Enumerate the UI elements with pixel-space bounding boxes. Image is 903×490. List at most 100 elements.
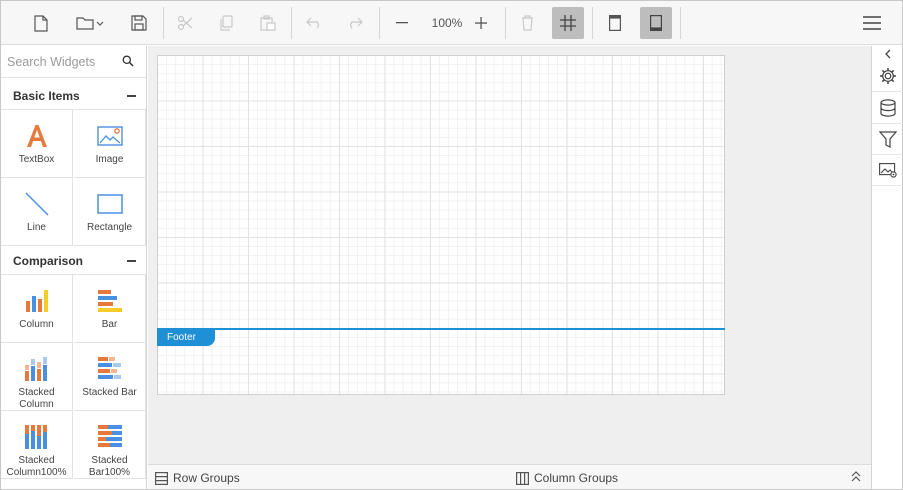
zoom-out-button[interactable] [386, 7, 418, 39]
toolbar-separator [680, 7, 681, 39]
widget-column-chart[interactable]: Column [1, 275, 73, 343]
line-icon [24, 192, 49, 216]
search-widgets-input[interactable] [7, 53, 119, 71]
column-groups-label: Column Groups [534, 471, 619, 485]
search-icon[interactable] [122, 55, 134, 67]
new-file-icon [34, 14, 48, 32]
widgets-panel: Basic Items TextBox Image Line Rectangle… [1, 46, 147, 489]
widget-label: Line [27, 222, 46, 233]
group-header-comparison[interactable]: Comparison [1, 247, 146, 275]
copy-icon [220, 15, 233, 31]
cut-button[interactable] [169, 7, 201, 39]
trash-icon [521, 15, 533, 31]
zoom-level[interactable]: 100% [427, 7, 467, 39]
footer-separator[interactable] [157, 328, 725, 330]
copy-button[interactable] [210, 7, 242, 39]
image-icon [96, 126, 123, 146]
widget-bar-chart[interactable]: Bar [74, 275, 146, 343]
plus-icon [475, 17, 487, 29]
gear-icon [879, 68, 896, 84]
group-title: Comparison [13, 254, 84, 268]
grid-toggle-button[interactable] [552, 7, 584, 39]
widget-label: TextBox [18, 154, 55, 165]
image-manager-button[interactable] [872, 155, 903, 186]
toolbar: 100% [1, 1, 902, 45]
zoom-in-button[interactable] [465, 7, 497, 39]
new-file-button[interactable] [25, 7, 57, 39]
collapse-minus-icon[interactable] [127, 260, 136, 262]
footer-toggle-button[interactable] [640, 7, 672, 39]
stacked-bar-icon [97, 357, 121, 379]
widget-search [1, 46, 146, 78]
data-sources-button[interactable] [872, 93, 903, 124]
undo-button[interactable] [298, 7, 330, 39]
group-header-basic-items[interactable]: Basic Items [1, 82, 146, 110]
row-groups-button[interactable]: Row Groups [155, 470, 240, 486]
image-manager-icon [878, 162, 897, 178]
redo-icon [350, 17, 363, 29]
widget-textbox[interactable]: TextBox [1, 110, 73, 178]
widget-image[interactable]: Image [74, 110, 146, 178]
double-chevron-up-icon[interactable] [851, 470, 861, 482]
widget-label: Column [19, 319, 54, 330]
page-footer-icon [650, 15, 662, 31]
delete-button[interactable] [511, 7, 543, 39]
toolbar-separator [505, 7, 506, 39]
save-icon [131, 15, 147, 31]
folder-open-icon [76, 17, 104, 30]
toolbar-separator [163, 7, 164, 39]
chevron-left-icon [884, 49, 890, 59]
header-toggle-button[interactable] [599, 7, 631, 39]
redo-button[interactable] [339, 7, 371, 39]
rectangle-icon [96, 194, 123, 214]
toolbar-separator [379, 7, 380, 39]
widget-label: Stacked Column [18, 387, 55, 410]
page-header-icon [609, 15, 621, 31]
toolbar-separator [592, 7, 593, 39]
menu-button[interactable] [856, 7, 888, 39]
report-body-grid[interactable]: Footer [157, 55, 725, 395]
column-groups-icon [516, 471, 529, 485]
scissors-icon [177, 15, 193, 31]
hamburger-menu-icon [863, 16, 881, 30]
collapse-sidebar-button[interactable] [872, 46, 903, 62]
collapse-minus-icon[interactable] [127, 95, 136, 97]
group-title: Basic Items [13, 89, 80, 103]
undo-icon [306, 17, 319, 29]
design-surface[interactable]: Footer [148, 46, 871, 464]
stacked-column-icon [24, 357, 47, 381]
widget-line[interactable]: Line [1, 178, 73, 246]
row-groups-label: Row Groups [173, 471, 240, 485]
paste-button[interactable] [252, 7, 284, 39]
save-button[interactable] [123, 7, 155, 39]
open-button[interactable] [74, 7, 106, 39]
widget-stacked-bar-100[interactable]: Stacked Bar100% [74, 411, 146, 479]
row-groups-icon [155, 471, 168, 485]
paste-icon [260, 15, 276, 31]
widget-rectangle[interactable]: Rectangle [74, 178, 146, 246]
toolbar-separator [291, 7, 292, 39]
widget-label: Stacked Bar [82, 387, 137, 398]
grouping-bar: Row Groups Column Groups [148, 464, 871, 489]
widget-stacked-bar[interactable]: Stacked Bar [74, 343, 146, 411]
filter-button[interactable] [872, 124, 903, 155]
widget-label: Stacked Column100% [6, 455, 67, 478]
column-groups-button[interactable]: Column Groups [516, 470, 618, 486]
bar-chart-icon [97, 290, 122, 312]
widget-label: Bar [101, 319, 118, 330]
stacked-column-100-icon [24, 425, 47, 449]
column-chart-icon [25, 290, 48, 312]
database-icon [879, 99, 896, 117]
minus-icon [396, 22, 408, 24]
widget-stacked-column[interactable]: Stacked Column [1, 343, 73, 411]
widget-stacked-column-100[interactable]: Stacked Column100% [1, 411, 73, 479]
properties-sidebar [871, 46, 903, 489]
grid-icon [560, 15, 576, 31]
stacked-bar-100-icon [97, 425, 122, 447]
footer-section-tab[interactable]: Footer [157, 330, 215, 346]
widget-label: Rectangle [86, 222, 133, 233]
textbox-icon [26, 125, 47, 147]
filter-icon [878, 130, 897, 148]
properties-button[interactable] [872, 61, 903, 92]
widget-label: Image [95, 154, 124, 165]
